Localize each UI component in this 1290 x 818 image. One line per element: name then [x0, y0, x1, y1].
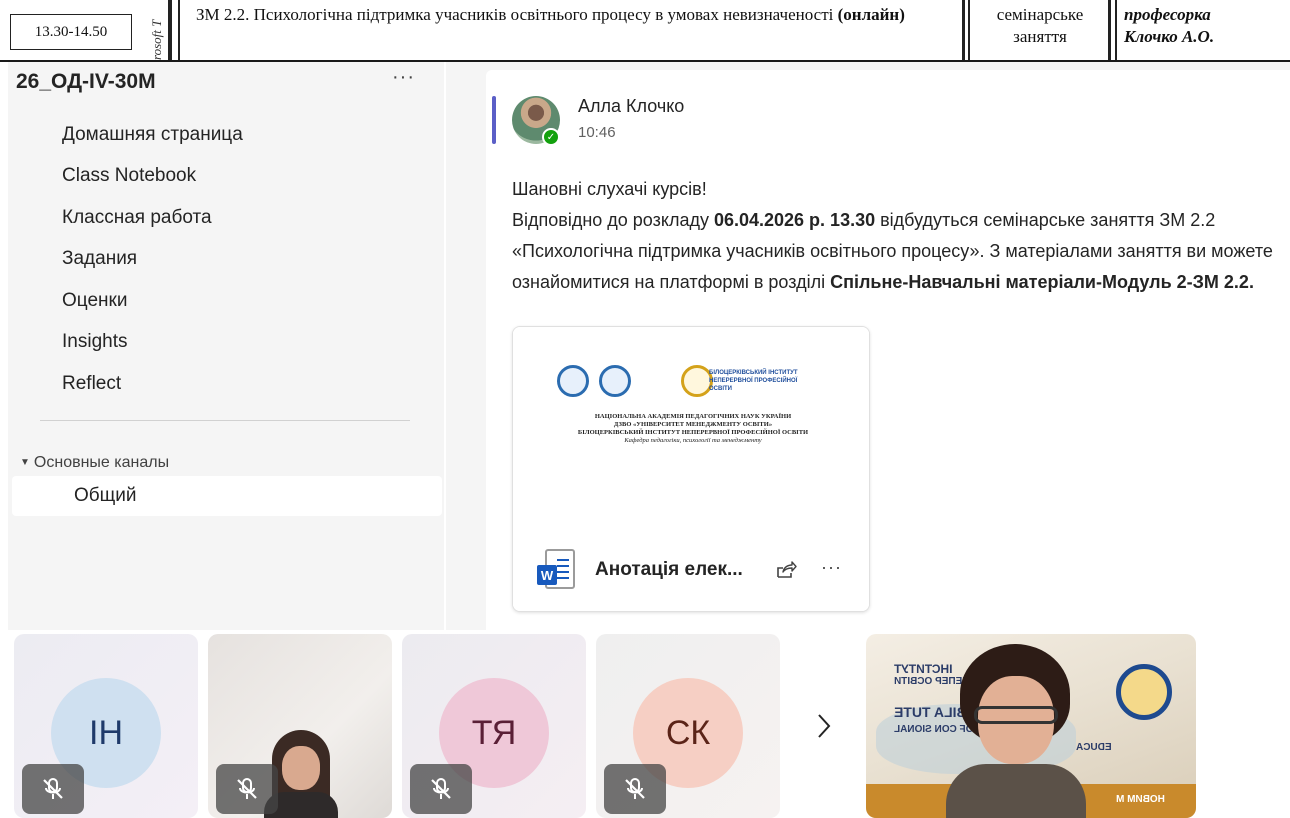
- post-body-text: Відповідно до розкладу: [512, 210, 714, 230]
- banner-text: НОВИМ М: [1116, 794, 1165, 805]
- schedule-type: семінарське заняття: [976, 0, 1104, 60]
- preview-text: НАЦІОНАЛЬНА АКАДЕМІЯ ПЕДАГОГІЧНИХ НАУК У…: [543, 413, 843, 445]
- team-sidebar: 26_ОД-IV-30М ··· Домашняя страница Class…: [8, 62, 444, 630]
- schedule-subject-online: (онлайн): [837, 5, 905, 24]
- team-more-options-button[interactable]: ···: [392, 66, 415, 89]
- attachment-file-name[interactable]: Анотація елек...: [595, 559, 743, 581]
- post-greeting: Шановні слухачі курсів!: [512, 179, 707, 199]
- attachment-more-options-button[interactable]: ···: [821, 557, 842, 578]
- preview-line: НАЦІОНАЛЬНА АКАДЕМІЯ ПЕДАГОГІЧНИХ НАУК У…: [594, 413, 792, 420]
- post-body: Відповідно до розкладу 06.04.2026 р. 13.…: [512, 205, 1288, 298]
- caret-down-icon: ▼: [20, 457, 30, 469]
- post-accent-bar: [492, 96, 496, 144]
- umo-logo: [599, 365, 631, 397]
- divider: [968, 0, 970, 60]
- chevron-right-icon: [818, 714, 831, 738]
- video-gallery: ІН ТЯ СК ІНСТИТУТ НЕПЕР ОСВІТИ BILA TUTE…: [0, 630, 1290, 818]
- participant-video-tile[interactable]: [208, 634, 392, 818]
- participant-tile[interactable]: ТЯ: [402, 634, 586, 818]
- attachment-preview[interactable]: БІЛОЦЕРКІВСЬКИЙ ІНСТИТУТ НЕПЕРЕРВНОЇ ПРО…: [513, 327, 869, 527]
- schedule-side: rosoft T: [140, 0, 186, 60]
- preview-line: БІЛОЦЕРКІВСЬКИЙ ІНСТИТУТ НЕПЕРЕРВНОЇ ПРО…: [577, 429, 809, 436]
- divider: [1108, 0, 1111, 60]
- sidebar-item-classwork[interactable]: Классная работа: [62, 207, 212, 229]
- sidebar-divider: [40, 420, 410, 421]
- sidebar-item-class-notebook[interactable]: Class Notebook: [62, 165, 196, 187]
- mic-off-icon: [410, 764, 472, 814]
- post-location: Спільне-Навчальні матеріали-Модуль 2-ЗМ …: [830, 272, 1254, 292]
- schedule-teacher-line1: професорка: [1124, 5, 1211, 24]
- mic-off-icon: [216, 764, 278, 814]
- preview-line: Кафедра педагогіки, психології та менедж…: [624, 437, 762, 444]
- active-speaker-video[interactable]: ІНСТИТУТ НЕПЕР ОСВІТИ BILA TUTE OF CON S…: [866, 634, 1196, 818]
- schedule-subject-text: ЗМ 2.2. Психологічна підтримка учасників…: [196, 5, 838, 24]
- channel-general[interactable]: Общий: [12, 476, 442, 516]
- sidebar-item-insights[interactable]: Insights: [62, 331, 127, 353]
- sidebar-item-assignments[interactable]: Задания: [62, 248, 137, 270]
- channels-header-label: Основные каналы: [33, 454, 170, 471]
- participant-tile[interactable]: СК: [596, 634, 780, 818]
- schedule-teacher: професорка Клочко А.О.: [1124, 0, 1284, 60]
- napn-logo: [557, 365, 589, 397]
- divider: [178, 0, 180, 60]
- schedule-type-line1: семінарське: [996, 5, 1084, 24]
- channel-conversation: ✓ Алла Клочко 10:46 Шановні слухачі курс…: [446, 62, 1290, 630]
- attachment-card[interactable]: БІЛОЦЕРКІВСЬКИЙ ІНСТИТУТ НЕПЕРЕРВНОЇ ПРО…: [512, 326, 870, 612]
- schedule-side-text: rosoft T: [149, 19, 164, 60]
- sidebar-item-reflect[interactable]: Reflect: [62, 373, 121, 395]
- post-time: 10:46: [578, 124, 616, 141]
- schedule-subject: ЗМ 2.2. Психологічна підтримка учасників…: [196, 0, 956, 60]
- attachment-footer: W Анотація елек... ···: [513, 527, 869, 611]
- institute-emblem: [1116, 664, 1172, 720]
- preview-institute-title: БІЛОЦЕРКІВСЬКИЙ ІНСТИТУТ НЕПЕРЕРВНОЇ ПРО…: [709, 370, 798, 392]
- channels-section-header[interactable]: ▼ Основные каналы: [20, 454, 169, 472]
- presence-available-icon: ✓: [542, 128, 560, 146]
- divider: [1115, 0, 1117, 60]
- mic-off-icon: [604, 764, 666, 814]
- schedule-strip: 13.30-14.50 rosoft T ЗМ 2.2. Психологічн…: [0, 0, 1290, 62]
- post-message: Шановні слухачі курсів! Відповідно до ро…: [512, 174, 1288, 298]
- chat-post: ✓ Алла Клочко 10:46 Шановні слухачі курс…: [486, 70, 1290, 630]
- channel-label: Общий: [74, 485, 137, 506]
- schedule-teacher-line2: Клочко А.О.: [1124, 27, 1215, 46]
- divider: [962, 0, 965, 60]
- mic-off-icon: [22, 764, 84, 814]
- participant-tile[interactable]: ІН: [14, 634, 198, 818]
- divider: [168, 0, 172, 60]
- preview-line: ДЗВО «УНІВЕРСИТЕТ МЕНЕДЖМЕНТУ ОСВІТИ»: [613, 421, 773, 428]
- post-author[interactable]: Алла Клочко: [578, 96, 684, 117]
- banner-text: ІНСТИТУТ: [894, 662, 953, 676]
- word-document-icon: W: [537, 549, 575, 591]
- post-date: 06.04.2026 р. 13.30: [713, 210, 876, 230]
- speaker-person: [946, 644, 1086, 818]
- sidebar-item-grades[interactable]: Оценки: [62, 290, 127, 312]
- share-icon[interactable]: [775, 559, 797, 581]
- schedule-time: 13.30-14.50: [10, 14, 132, 50]
- schedule-type-line2: заняття: [1013, 27, 1067, 46]
- team-name[interactable]: 26_ОД-IV-30М: [16, 70, 156, 94]
- next-participants-button[interactable]: [790, 634, 858, 818]
- sidebar-item-home[interactable]: Домашняя страница: [62, 124, 243, 146]
